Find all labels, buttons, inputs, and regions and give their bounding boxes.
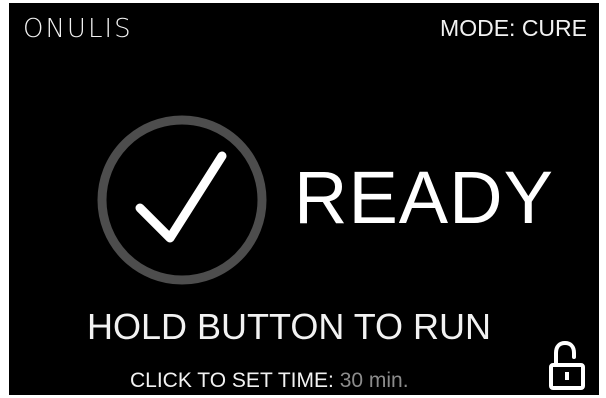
instruction-text: HOLD BUTTON TO RUN (87, 306, 492, 347)
unlocked-padlock-icon[interactable] (547, 341, 587, 391)
mode-indicator[interactable]: MODE: CURE (440, 17, 587, 40)
set-time-control[interactable]: CLICK TO SET TIME: 30 min. (130, 370, 409, 391)
status-text: READY (294, 156, 554, 239)
brand-logo: ONULIS (23, 14, 133, 44)
set-time-value[interactable]: 30 min. (340, 369, 409, 392)
checkmark-icon (97, 115, 267, 285)
device-screen: ONULIS MODE: CURE READY HOLD BUTTON TO R… (9, 3, 599, 395)
status-ring-circle (97, 115, 267, 285)
padlock-shackle (554, 341, 576, 367)
padlock-keyhole (565, 372, 569, 380)
checkmark-stroke (135, 151, 227, 243)
set-time-label: CLICK TO SET TIME: (130, 369, 334, 392)
